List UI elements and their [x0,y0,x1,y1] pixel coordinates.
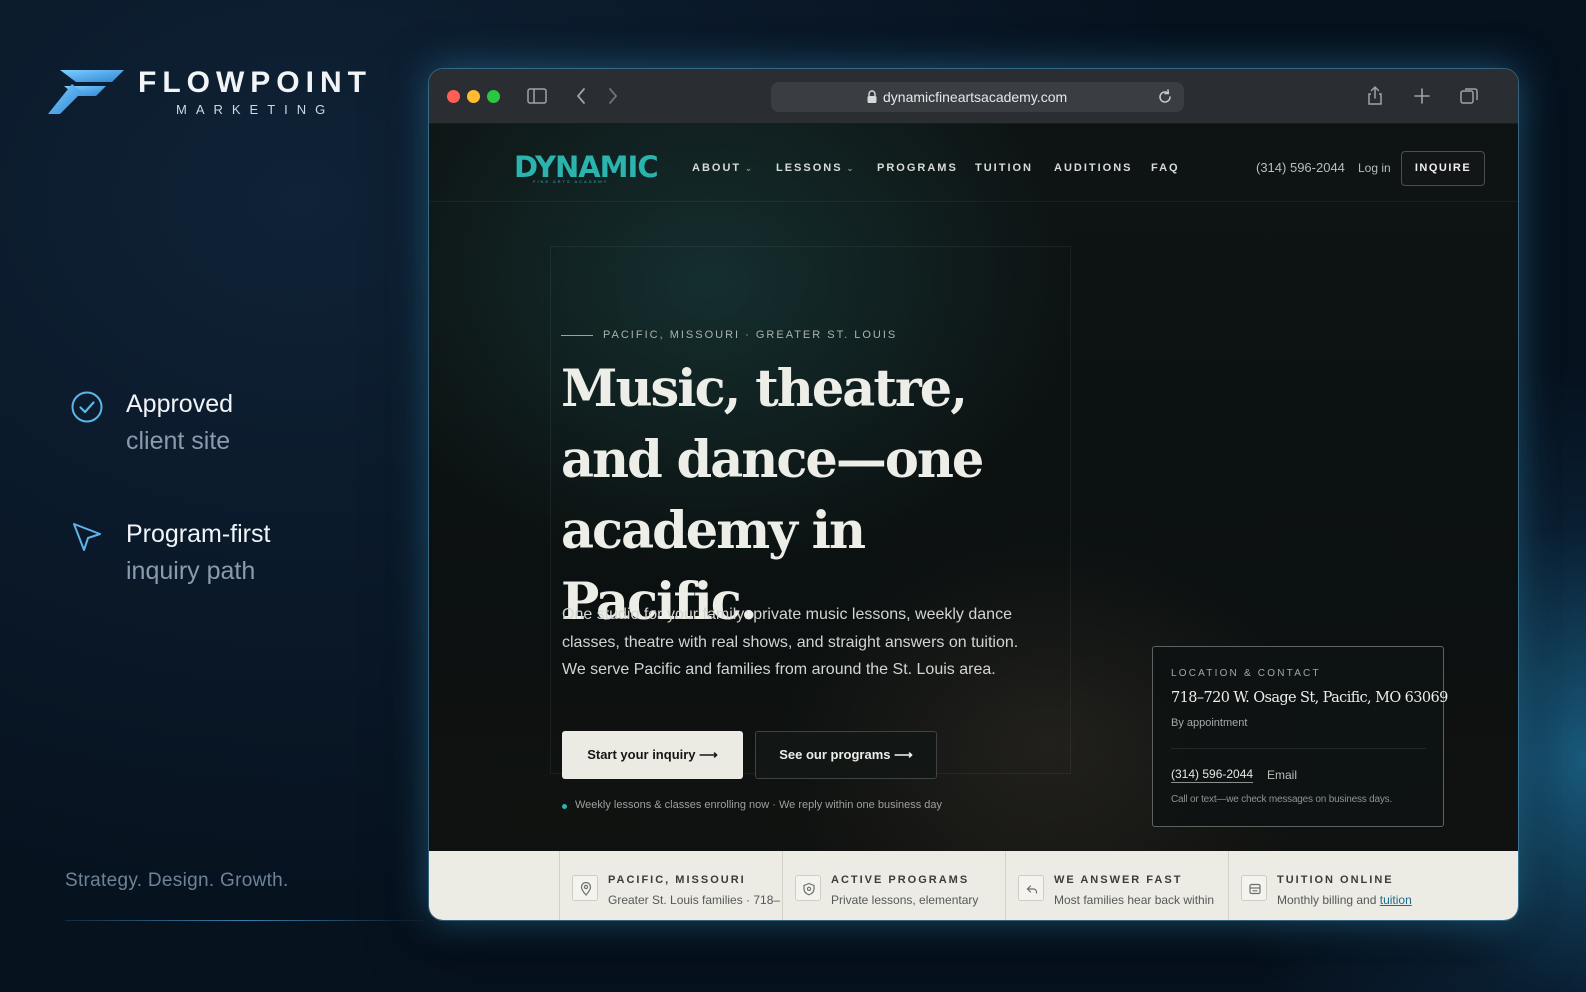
receipt-icon [1249,883,1261,895]
new-tab-icon[interactable] [1411,85,1433,107]
enrollment-status-text: Weekly lessons & classes enrolling now ·… [575,799,943,811]
feature-title: Approved [126,390,234,418]
chevron-down-icon: ⌄ [846,164,856,173]
contact-divider [1171,748,1426,749]
info-item-tuition: TUITION ONLINE Monthly billing and tuiti… [1228,851,1468,920]
tagline: Strategy. Design. Growth. [65,870,289,891]
nav-faq[interactable]: FAQ [1151,162,1180,174]
map-pin-icon [580,882,592,896]
info-icon-box [795,875,821,901]
minimize-window-button[interactable] [467,90,480,103]
info-text: Greater St. Louis families · 718– [608,893,781,907]
info-strip: PACIFIC, MISSOURI Greater St. Louis fami… [429,851,1518,920]
info-item-response: WE ANSWER FAST Most families hear back w… [1005,851,1228,920]
nav-auditions[interactable]: AUDITIONS [1054,162,1133,174]
site-logo-subtitle: FINE ARTS ACADEMY [533,179,609,184]
back-icon[interactable] [571,85,593,107]
browser-toolbar: dynamicfineartsacademy.com [429,69,1518,124]
nav-lessons[interactable]: LESSONS ⌄ [776,162,855,174]
info-text: Private lessons, elementary [831,893,979,907]
brand-subtitle: MARKETING [176,102,335,117]
contact-appointment: By appointment [1171,717,1248,729]
info-icon-box [1241,875,1267,901]
lock-icon [867,90,877,103]
nav-programs[interactable]: PROGRAMS [877,162,958,174]
nav-tuition[interactable]: TUITION [975,162,1033,174]
hero-title: Music, theatre, and dance—one academy in… [561,359,984,632]
feature-title: Program-first [126,520,271,548]
contact-address: 718–720 W. Osage St, Pacific, MO 63069 [1171,690,1448,706]
website-page: DYNAMIC FINE ARTS ACADEMY ABOUT ⌄ LESSONS… [429,124,1518,920]
tuition-link[interactable]: tuition [1380,893,1412,907]
enrollment-status-dot [562,804,567,809]
hero-description: One studio for your family: private musi… [562,606,1019,678]
reload-icon[interactable] [1156,88,1174,106]
check-circle-icon [71,391,103,423]
nav-about[interactable]: ABOUT ⌄ [692,162,754,174]
tab-overview-icon[interactable] [1458,85,1480,107]
start-inquiry-button[interactable]: Start your inquiry ⟶ [562,731,743,779]
info-title: TUITION ONLINE [1277,874,1394,886]
share-icon[interactable] [1364,85,1386,107]
feature-subtitle: client site [126,427,231,455]
sidebar-toggle-icon[interactable] [526,85,548,107]
zoom-window-button[interactable] [487,90,500,103]
url-text: dynamicfineartsacademy.com [883,89,1068,105]
address-bar[interactable]: dynamicfineartsacademy.com [771,82,1184,112]
info-title: WE ANSWER FAST [1054,874,1183,886]
forward-icon[interactable] [601,85,623,107]
info-item-location: PACIFIC, MISSOURI Greater St. Louis fami… [559,851,782,920]
contact-phone-link[interactable]: (314) 596-2044 [1171,767,1254,783]
info-icon-box [572,875,598,901]
contact-card-label: LOCATION & CONTACT [1171,668,1321,679]
nav-phone-link[interactable]: (314) 596-2044 [1256,160,1345,175]
info-title: PACIFIC, MISSOURI [608,874,746,886]
inquire-button[interactable]: INQUIRE [1401,151,1485,186]
contact-note: Call or text—we check messages on busine… [1171,794,1393,805]
flowpoint-brand: FLOWPOINT MARKETING [46,64,376,124]
info-text: Most families hear back within [1054,893,1215,907]
close-window-button[interactable] [447,90,460,103]
info-item-programs: ACTIVE PROGRAMS Private lessons, element… [782,851,1005,920]
eyebrow-divider [561,335,593,336]
site-header: DYNAMIC FINE ARTS ACADEMY ABOUT ⌄ LESSONS… [429,124,1518,202]
reply-icon [1026,885,1038,894]
hero-eyebrow: PACIFIC, MISSOURI · GREATER ST. LOUIS [603,329,898,341]
feature-subtitle: inquiry path [126,557,256,585]
info-text-prefix: Monthly billing and [1277,893,1380,907]
nav-label: LESSONS [776,162,843,174]
contact-email-link[interactable]: Email [1267,768,1297,782]
flowpoint-logo-icon [48,70,124,114]
chevron-down-icon: ⌄ [745,164,754,173]
see-programs-button[interactable]: See our programs ⟶ [755,731,937,779]
info-title: ACTIVE PROGRAMS [831,874,970,886]
contact-card: LOCATION & CONTACT 718–720 W. Osage St, … [1152,646,1448,827]
brand-name: FLOWPOINT [138,66,372,99]
info-text: Monthly billing and tuition [1277,893,1412,907]
shield-icon [803,882,815,896]
info-icon-box [1018,875,1044,901]
login-link[interactable]: Log in [1358,161,1391,175]
cursor-arrow-icon [73,523,101,551]
browser-window: dynamicfineartsacademy.com DYNAMIC FINE … [429,69,1518,920]
tagline-divider [65,920,425,921]
nav-label: ABOUT [692,162,742,174]
